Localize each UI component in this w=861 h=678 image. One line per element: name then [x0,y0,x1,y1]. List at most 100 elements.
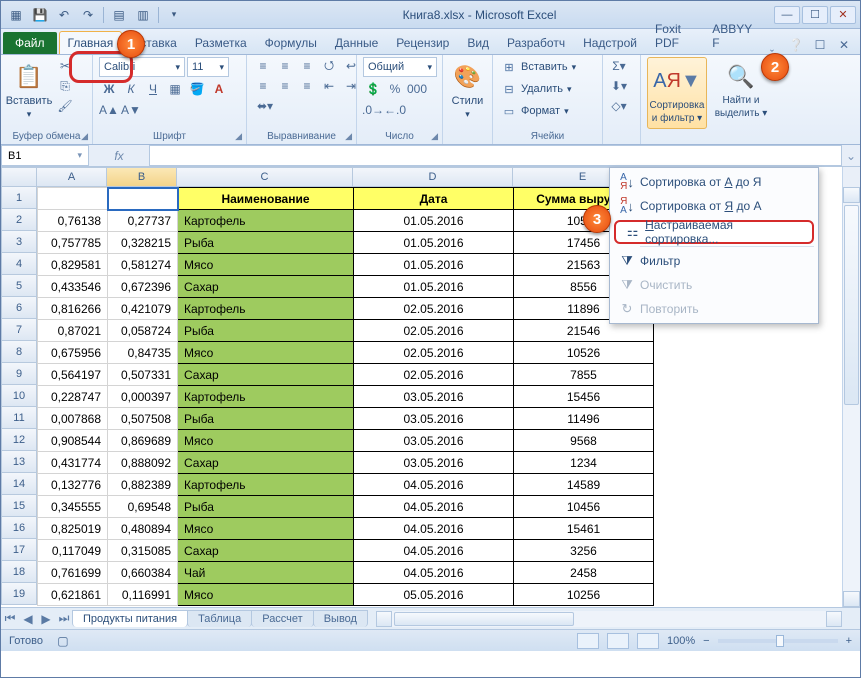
cell[interactable]: 0,69548 [108,496,178,518]
formula-input[interactable] [149,145,842,166]
cell[interactable]: 0,421079 [108,298,178,320]
active-cell[interactable] [108,188,178,210]
cell[interactable]: Сахар [178,540,354,562]
cell[interactable]: 0,507508 [108,408,178,430]
autosum-icon[interactable]: Σ▾ [609,57,629,75]
undo-icon[interactable]: ↶ [53,5,75,25]
row-header[interactable]: 7 [1,319,37,341]
cell[interactable]: 0,328215 [108,232,178,254]
page-break-view-icon[interactable] [637,633,659,649]
sheet-tab-2[interactable]: Рассчет [251,610,314,627]
decrease-indent-icon[interactable]: ⇤ [319,77,339,95]
align-middle-icon[interactable]: ≡ [275,57,295,75]
cell[interactable]: 11496 [514,408,654,430]
cell[interactable]: 0,27737 [108,210,178,232]
name-box[interactable]: B1▾ [1,145,89,166]
row-header[interactable]: 15 [1,495,37,517]
cell[interactable] [38,188,108,210]
qat-extra1-icon[interactable]: ▤ [108,5,130,25]
row-header[interactable]: 3 [1,231,37,253]
format-cells-button[interactable]: ▭Формат▾ [499,101,571,121]
qat-customize-icon[interactable]: ▾ [163,5,185,25]
cell[interactable]: Мясо [178,584,354,606]
scroll-down-icon[interactable] [843,591,860,607]
cell[interactable]: Рыба [178,232,354,254]
cell[interactable]: 7855 [514,364,654,386]
orientation-icon[interactable]: ⭯ [319,57,339,75]
mdi-close-icon[interactable]: ✕ [834,36,854,54]
maximize-button[interactable]: ☐ [802,6,828,24]
fill-color-icon[interactable]: 🪣 [187,80,207,98]
cell[interactable]: 0,132776 [38,474,108,496]
select-all-corner[interactable] [1,167,37,187]
insert-cells-button[interactable]: ⊞Вставить▾ [499,57,578,77]
cell[interactable]: 02.05.2016 [354,364,514,386]
tab-abbyy[interactable]: ABBYY F [704,18,760,54]
cell[interactable]: 04.05.2016 [354,518,514,540]
delete-cells-button[interactable]: ⊟Удалить▾ [499,79,574,99]
cell[interactable]: 01.05.2016 [354,254,514,276]
tab-layout[interactable]: Разметка [187,32,255,54]
row-header[interactable]: 12 [1,429,37,451]
cell[interactable]: 0,116991 [108,584,178,606]
qat-extra2-icon[interactable]: ▥ [132,5,154,25]
cell[interactable]: 04.05.2016 [354,474,514,496]
accounting-icon[interactable]: 💲 [363,80,383,98]
cell[interactable]: Мясо [178,430,354,452]
row-header[interactable]: 1 [1,187,37,209]
sheet-nav-next-icon[interactable]: ▶ [37,610,55,628]
scroll-left-icon[interactable] [376,611,392,627]
cell[interactable]: 01.05.2016 [354,276,514,298]
tab-developer[interactable]: Разработч [499,32,573,54]
row-header[interactable]: 8 [1,341,37,363]
page-layout-view-icon[interactable] [607,633,629,649]
cell[interactable]: 2458 [514,562,654,584]
redo-icon[interactable]: ↷ [77,5,99,25]
cell[interactable]: 0,675956 [38,342,108,364]
grow-font-icon[interactable]: A▲ [99,101,119,119]
merge-icon[interactable]: ⬌▾ [253,97,277,115]
cell[interactable]: 1234 [514,452,654,474]
col-header-b[interactable]: B [107,167,177,187]
cell[interactable]: 10256 [514,584,654,606]
align-bottom-icon[interactable]: ≡ [297,57,317,75]
cell[interactable]: 02.05.2016 [354,320,514,342]
sort-asc-item[interactable]: АЯ↓ Сортировка от А до Я [610,170,818,194]
row-header[interactable]: 4 [1,253,37,275]
row-header[interactable]: 18 [1,561,37,583]
align-top-icon[interactable]: ≡ [253,57,273,75]
sort-filter-button[interactable]: АЯ▼ Сортировка и фильтр ▾ [647,57,707,129]
scroll-up-icon[interactable] [843,187,860,203]
cell[interactable]: 0,87021 [38,320,108,342]
row-header[interactable]: 13 [1,451,37,473]
format-painter-icon[interactable]: 🖌 [55,97,75,115]
inc-decimal-icon[interactable]: .0→ [363,101,383,119]
cell[interactable]: 0,757785 [38,232,108,254]
expand-formula-icon[interactable]: ⌄ [842,145,860,166]
cell[interactable]: Сахар [178,276,354,298]
align-left-icon[interactable]: ≡ [253,77,273,95]
macro-record-icon[interactable]: ▢ [53,632,73,650]
zoom-in-icon[interactable]: + [846,635,852,647]
font-color-icon[interactable]: A [209,80,229,98]
scroll-right-icon[interactable] [826,611,842,627]
fx-icon[interactable]: fx [114,149,123,163]
custom-sort-item[interactable]: ⚏ Настраиваемая сортировка... [614,220,814,244]
close-button[interactable]: ✕ [830,6,856,24]
cell[interactable]: Картофель [178,386,354,408]
cell[interactable]: 02.05.2016 [354,342,514,364]
scroll-thumb-h[interactable] [394,612,574,626]
cell[interactable]: Мясо [178,518,354,540]
cell[interactable]: 0,888092 [108,452,178,474]
comma-icon[interactable]: 000 [407,80,427,98]
cell[interactable]: 05.05.2016 [354,584,514,606]
bold-icon[interactable]: Ж [99,80,119,98]
sheet-tab-3[interactable]: Вывод [313,610,368,627]
underline-icon[interactable]: Ч [143,80,163,98]
filter-item[interactable]: ⧩ Фильтр [610,249,818,273]
cell[interactable]: Мясо [178,254,354,276]
zoom-out-icon[interactable]: − [703,635,709,647]
cell[interactable]: 0,882389 [108,474,178,496]
zoom-level[interactable]: 100% [667,635,695,647]
row-header[interactable]: 6 [1,297,37,319]
